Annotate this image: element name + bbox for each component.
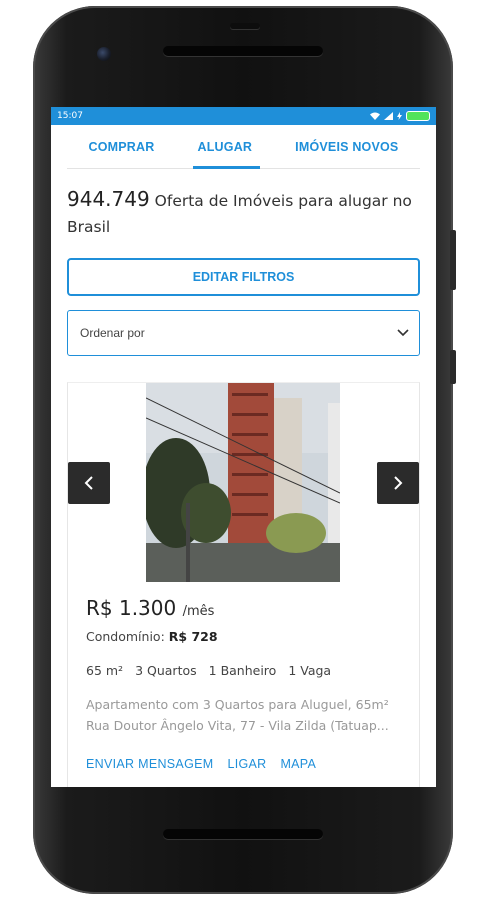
signal-icon xyxy=(384,112,393,120)
next-photo-button[interactable] xyxy=(377,462,419,504)
tab-bar: COMPRAR ALUGAR IMÓVEIS NOVOS xyxy=(67,125,420,169)
results-headline: 944.749 Oferta de Imóveis para alugar no… xyxy=(67,186,420,240)
bottom-speaker xyxy=(163,829,323,839)
battery-icon xyxy=(406,111,430,121)
results-count: 944.749 xyxy=(67,187,150,211)
send-message-button[interactable]: ENVIAR MENSAGEM xyxy=(86,757,213,771)
building-image xyxy=(146,383,340,582)
feature-area: 65 m² xyxy=(86,663,124,678)
description-title: Apartamento com 3 Quartos para Aluguel, … xyxy=(86,697,389,712)
sort-placeholder: Ordenar por xyxy=(80,326,145,340)
price-unit: /mês xyxy=(182,604,215,619)
listing-card[interactable]: R$ 1.300 /mês Condomínio: R$ 728 65 m² 3… xyxy=(67,382,420,787)
app-screen: 15:07 COMPRAR ALUGAR IMÓVEIS NOVOS 944.7… xyxy=(51,107,436,787)
prev-photo-button[interactable] xyxy=(68,462,110,504)
condo-fee: Condomínio: R$ 728 xyxy=(86,629,218,644)
wifi-icon xyxy=(370,112,380,120)
feature-bedrooms: 3 Quartos xyxy=(135,663,197,678)
power-button xyxy=(450,350,456,384)
sort-select[interactable]: Ordenar por xyxy=(67,310,420,356)
price-value: R$ 1.300 xyxy=(86,596,177,620)
condo-label: Condomínio: xyxy=(86,629,165,644)
map-button[interactable]: MAPA xyxy=(280,757,316,771)
tab-alugar[interactable]: ALUGAR xyxy=(193,125,260,169)
status-bar: 15:07 xyxy=(51,107,436,125)
description-address: Rua Doutor Ângelo Vita, 77 - Vila Zilda … xyxy=(86,718,389,733)
feature-parking: 1 Vaga xyxy=(288,663,332,678)
volume-button xyxy=(450,230,456,290)
chevron-left-icon xyxy=(84,476,93,490)
tab-comprar[interactable]: COMPRAR xyxy=(89,125,155,168)
condo-value: R$ 728 xyxy=(168,629,218,644)
listing-photo[interactable] xyxy=(146,383,340,582)
listing-actions: ENVIAR MENSAGEM LIGAR MAPA xyxy=(86,757,316,771)
listing-description: Apartamento com 3 Quartos para Aluguel, … xyxy=(86,694,406,736)
status-icons xyxy=(370,111,430,121)
call-button[interactable]: LIGAR xyxy=(227,757,266,771)
chevron-down-icon xyxy=(397,329,409,337)
charging-icon xyxy=(397,112,402,120)
listing-features: 65 m² 3 Quartos 1 Banheiro 1 Vaga xyxy=(86,663,331,678)
edit-filters-button[interactable]: EDITAR FILTROS xyxy=(67,258,420,296)
front-camera xyxy=(97,47,111,61)
top-speaker xyxy=(163,46,323,56)
status-time: 15:07 xyxy=(57,111,83,121)
earpiece-sensor xyxy=(230,23,260,29)
listing-price: R$ 1.300 /mês xyxy=(86,596,214,620)
chevron-right-icon xyxy=(394,476,403,490)
feature-bathrooms: 1 Banheiro xyxy=(208,663,277,678)
tab-imoveis-novos[interactable]: IMÓVEIS NOVOS xyxy=(295,125,398,168)
